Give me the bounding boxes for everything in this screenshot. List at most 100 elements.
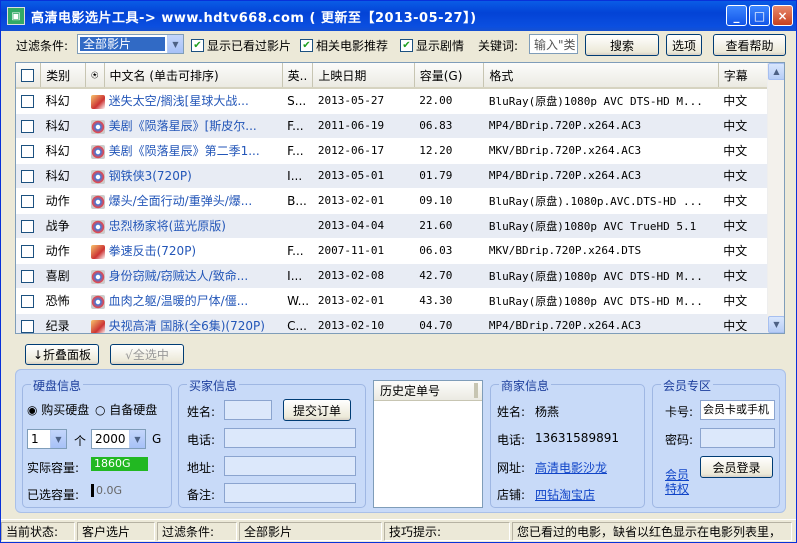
row-name[interactable]: 身份窃贼/窃贼达人/致命... (85, 263, 283, 289)
buyer-note-input[interactable] (224, 483, 356, 503)
select-all-button[interactable]: √ 全选中 (110, 344, 184, 365)
column-attachment[interactable]: ⍟ (85, 63, 105, 89)
row-name[interactable]: 爆头/全面行动/重弹头/爆... (85, 188, 283, 214)
column-english[interactable]: 英.. (282, 63, 314, 89)
column-date[interactable]: 上映日期 (312, 63, 415, 89)
table-header: 类别 ⍟ 中文名 (单击可排序) 英.. 上映日期 容量(G) 格式 字幕 (16, 63, 769, 89)
password-input[interactable] (700, 428, 775, 448)
table-row[interactable]: 战争 忠烈杨家将(蓝光原版) 2013-04-04 21.60 BluRay(原盘)10… (16, 213, 768, 239)
row-name[interactable]: 血肉之躯/温暖的尸体/僵... (85, 288, 283, 314)
row-checkbox[interactable] (16, 238, 41, 264)
movie-file-icon (90, 94, 105, 109)
table-row[interactable]: 喜剧 身份窃贼/窃贼达人/致命... I... 2013-02-08 42.70 BluR… (16, 263, 768, 289)
table-row[interactable]: 纪录 央视高清 国脉(全6集)(720P) C... 2013-02-10 04.70 M… (16, 313, 768, 333)
buyer-address-input[interactable] (224, 456, 356, 476)
column-format[interactable]: 格式 (483, 63, 719, 89)
row-size: 06.03 (414, 238, 484, 264)
close-button[interactable]: × (772, 5, 793, 26)
column-category[interactable]: 类别 (40, 63, 87, 89)
select-all-header[interactable] (16, 63, 42, 89)
table-row[interactable]: 科幻 美剧《陨落星辰》第二季1... F... 2012-06-17 12.20 MKV/… (16, 138, 768, 164)
row-name-text: 身份窃贼/窃贼达人/致命... (108, 269, 249, 283)
merchant-site-link[interactable]: 高清电影沙龙 (535, 459, 607, 476)
arrow-down-icon: ↓ (32, 347, 44, 362)
row-checkbox[interactable] (16, 113, 41, 139)
collapse-panel-button[interactable]: ↓ 折叠面板 (25, 344, 99, 365)
minimize-button[interactable]: _ (726, 5, 747, 26)
table-scrollbar[interactable]: ▲ ▼ (767, 63, 784, 333)
member-privilege-link-2[interactable]: 特权 (665, 480, 689, 497)
row-checkbox[interactable] (16, 88, 41, 114)
column-name[interactable]: 中文名 (单击可排序) (104, 63, 283, 89)
row-subtitle: 中文 (718, 313, 768, 333)
disk-count-value: 1 (31, 432, 39, 446)
row-name[interactable]: 央视高清 国脉(全6集)(720P) (85, 313, 283, 333)
column-size[interactable]: 容量(G) (414, 63, 485, 89)
table-row[interactable]: 动作 爆头/全面行动/重弹头/爆... B... 2013-02-01 09.10 Blu… (16, 188, 768, 214)
window-title: 高清电影选片工具-> www.hdtv668.com ( 更新至【2013-05… (31, 10, 477, 26)
row-checkbox[interactable] (16, 288, 41, 314)
row-name[interactable]: 美剧《陨落星辰》[斯皮尔... (85, 113, 283, 139)
row-size: 06.83 (414, 113, 484, 139)
status-state: 客户选片 (77, 521, 155, 541)
movie-file-icon (90, 294, 105, 309)
own-disk-radio[interactable]: ○ 自备硬盘 (95, 401, 157, 418)
row-checkbox[interactable] (16, 213, 41, 239)
row-checkbox[interactable] (16, 138, 41, 164)
actual-capacity-label: 实际容量: (27, 461, 80, 475)
disk-capacity-select[interactable]: 2000 ▼ (91, 429, 146, 449)
checkbox-icon (21, 94, 34, 108)
filter-label: 过滤条件: (16, 38, 69, 53)
checkbox-icon (21, 319, 34, 333)
card-input[interactable]: 会员卡或手机 (700, 400, 775, 420)
help-button[interactable]: 查看帮助 (713, 34, 786, 56)
row-category: 科幻 (40, 88, 86, 114)
buy-disk-radio[interactable]: ◉ 购买硬盘 (27, 401, 89, 418)
keyword-input[interactable]: 输入"类 (529, 34, 578, 54)
row-checkbox[interactable] (16, 313, 41, 333)
filter-dropdown[interactable]: 全部影片 ▼ (77, 34, 184, 54)
column-subtitle[interactable]: 字幕 (718, 63, 769, 89)
buyer-phone-input[interactable] (224, 428, 356, 448)
row-checkbox[interactable] (16, 188, 41, 214)
status-bar: 当前状态: 客户选片 过滤条件: 全部影片 技巧提示: 您已看过的电影，缺省以红… (1, 519, 796, 542)
show-plot-checkbox[interactable]: ✔ 显示剧情 (400, 34, 464, 56)
column-resizer[interactable] (474, 383, 478, 398)
disk-count-select[interactable]: 1 ▼ (27, 429, 67, 449)
row-name[interactable]: 忠烈杨家将(蓝光原版) (85, 213, 283, 239)
scroll-down-icon[interactable]: ▼ (768, 316, 784, 333)
chevron-down-icon: ▼ (50, 430, 66, 448)
row-english (282, 213, 313, 239)
checkbox-icon (21, 244, 34, 258)
options-button[interactable]: 选项 (666, 34, 702, 56)
table-row[interactable]: 恐怖 血肉之躯/温暖的尸体/僵... W... 2013-02-01 43.30 BluR… (16, 288, 768, 314)
table-row[interactable]: 科幻 迷失太空/搁浅[星球大战... S... 2013-05-27 22.00 BluR… (16, 88, 768, 114)
unit-ge: 个 (74, 434, 87, 448)
row-name[interactable]: 拳速反击(720P) (85, 238, 283, 264)
row-category: 恐怖 (40, 288, 86, 314)
row-checkbox[interactable] (16, 163, 41, 189)
row-name[interactable]: 美剧《陨落星辰》第二季1... (85, 138, 283, 164)
scroll-up-icon[interactable]: ▲ (768, 63, 784, 80)
merchant-group: 商家信息 姓名: 杨燕 电话: 13631589891 网址: 高清电影沙龙 店… (490, 377, 645, 508)
row-name[interactable]: 钢铁侠3(720P) (85, 163, 283, 189)
table-row[interactable]: 动作 拳速反击(720P) F... 2007-11-01 06.03 MKV/BDrip… (16, 238, 768, 264)
row-english: F... (282, 238, 313, 264)
history-list[interactable]: 历史定单号 (373, 380, 483, 508)
member-login-button[interactable]: 会员登录 (700, 456, 773, 478)
buyer-name-input[interactable] (224, 400, 272, 420)
row-date: 2013-02-01 (312, 288, 415, 314)
merchant-shop-link[interactable]: 四钻淘宝店 (535, 486, 595, 503)
maximize-button[interactable]: □ (749, 5, 770, 26)
member-title: 会员专区 (661, 377, 714, 394)
show-watched-checkbox[interactable]: ✔ 显示已看过影片 (191, 34, 291, 56)
row-checkbox[interactable] (16, 263, 41, 289)
submit-order-button[interactable]: 提交订单 (283, 399, 351, 421)
row-english: C... (282, 313, 313, 333)
table-row[interactable]: 科幻 美剧《陨落星辰》[斯皮尔... F... 2011-06-19 06.83 MP4/… (16, 113, 768, 139)
table-row[interactable]: 科幻 钢铁侠3(720P) I... 2013-05-01 01.79 MP4/BDrip… (16, 163, 768, 189)
search-button[interactable]: 搜索 (585, 34, 659, 56)
row-subtitle: 中文 (718, 163, 768, 189)
row-name[interactable]: 迷失太空/搁浅[星球大战... (85, 88, 283, 114)
related-checkbox[interactable]: ✔ 相关电影推荐 (300, 34, 388, 56)
